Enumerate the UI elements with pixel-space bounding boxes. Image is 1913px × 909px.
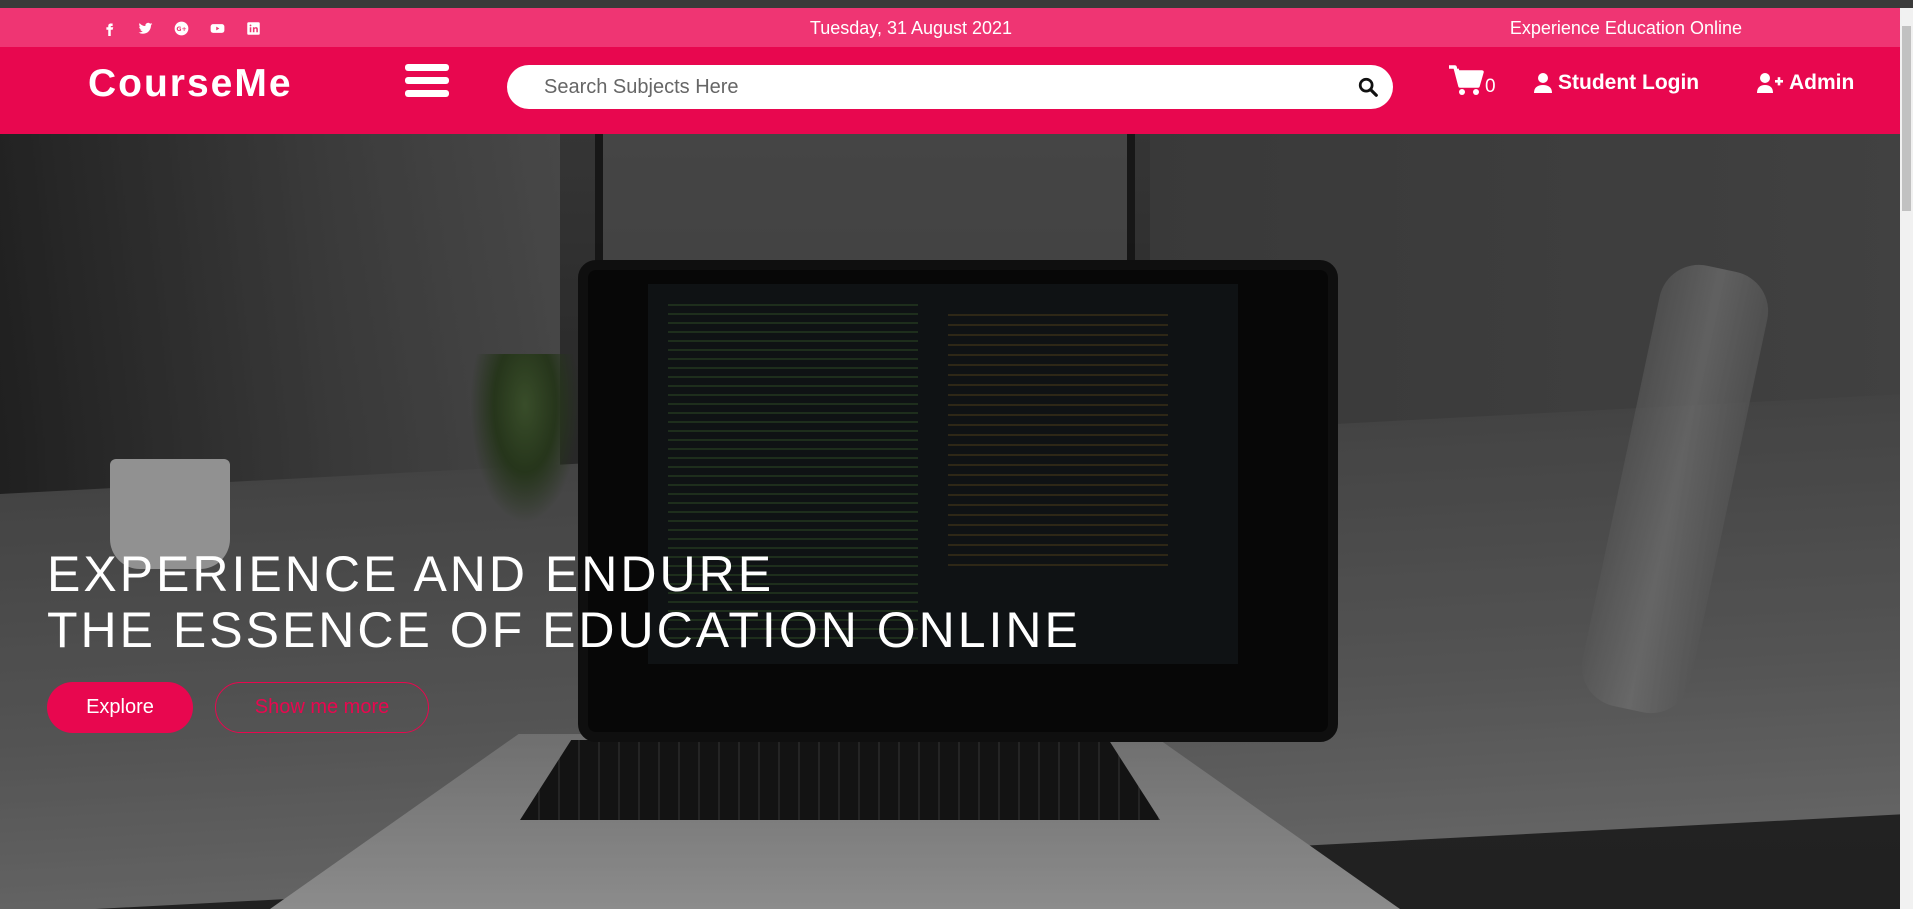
admin-link[interactable]: Admin	[1757, 71, 1854, 95]
main-navbar: CourseMe 0 Student Login Admin	[0, 47, 1900, 134]
search-icon[interactable]	[1357, 76, 1379, 98]
explore-button[interactable]: Explore	[47, 682, 193, 733]
top-info-bar: G+ Tuesday, 31 August 2021 Experience Ed…	[0, 8, 1900, 47]
scrollbar-thumb[interactable]	[1902, 26, 1911, 211]
hero-heading: EXPERIENCE AND ENDURE THE ESSENCE OF EDU…	[47, 546, 1081, 658]
user-plus-icon	[1757, 73, 1783, 93]
browser-top-strip	[0, 0, 1913, 8]
shopping-cart-icon	[1449, 65, 1484, 95]
top-tagline: Experience Education Online	[1509, 18, 1742, 38]
student-login-link[interactable]: Student Login	[1534, 71, 1699, 95]
hero-heading-line2: THE ESSENCE OF EDUCATION ONLINE	[47, 602, 1081, 658]
cart-count: 0	[1485, 76, 1496, 97]
hamburger-menu-icon[interactable]	[405, 64, 449, 104]
hero-heading-line1: EXPERIENCE AND ENDURE	[47, 546, 775, 602]
show-more-button[interactable]: Show me more	[215, 682, 429, 733]
admin-label: Admin	[1789, 71, 1855, 94]
search-input[interactable]	[507, 65, 1327, 109]
search-bar	[507, 65, 1393, 109]
site-logo[interactable]: CourseMe	[88, 62, 293, 106]
cart-button[interactable]: 0	[1448, 65, 1496, 97]
page-scrollbar[interactable]	[1900, 8, 1913, 909]
user-icon	[1534, 73, 1552, 93]
hero-banner: EXPERIENCE AND ENDURE THE ESSENCE OF EDU…	[0, 134, 1900, 909]
hero-overlay	[0, 134, 1900, 909]
student-login-label: Student Login	[1558, 71, 1700, 94]
